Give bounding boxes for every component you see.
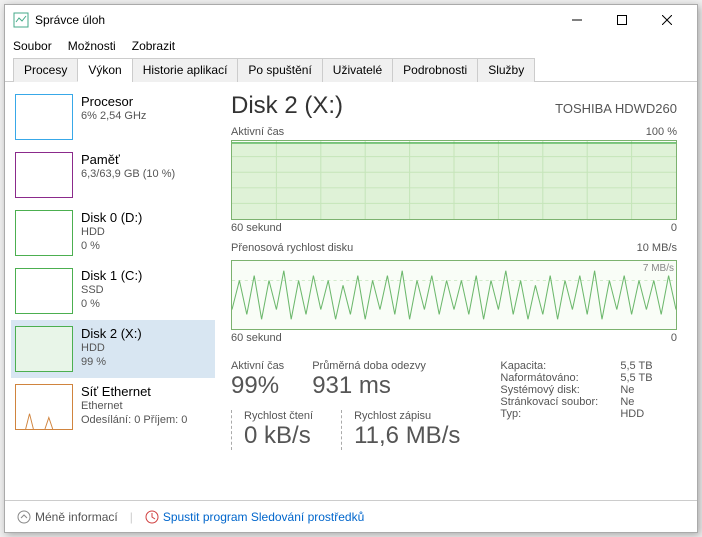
sidebar-item-disk2[interactable]: Disk 2 (X:) HDD 99 % <box>11 320 215 378</box>
tab-procesy[interactable]: Procesy <box>13 58 78 82</box>
menubar: Soubor Možnosti Zobrazit <box>5 35 697 57</box>
cpu-thumb <box>15 94 73 140</box>
sidebar-item-disk1[interactable]: Disk 1 (C:) SSD 0 % <box>11 262 215 320</box>
menu-file[interactable]: Soubor <box>13 39 52 53</box>
detail-panel: Disk 2 (X:) TOSHIBA HDWD260 Aktivní čas … <box>215 82 697 500</box>
fmt-val: 5,5 TB <box>620 372 652 384</box>
disk1-sub2: 0 % <box>81 297 142 311</box>
tabs: Procesy Výkon Historie aplikací Po spušt… <box>5 57 697 82</box>
resp-label: Průměrná doba odezvy <box>312 360 426 372</box>
page-val: Ne <box>620 396 634 408</box>
read-label: Rychlost čtení <box>244 410 313 422</box>
minimize-button[interactable] <box>554 5 599 35</box>
write-label: Rychlost zápisu <box>354 410 460 422</box>
footer: Méně informací | Spustit program Sledová… <box>5 500 697 532</box>
chart1-xright: 0 <box>671 222 677 234</box>
disk0-sub2: 0 % <box>81 239 142 253</box>
tab-vykon[interactable]: Výkon <box>77 58 132 82</box>
tab-historie[interactable]: Historie aplikací <box>132 58 239 82</box>
cpu-sub: 6% 2,54 GHz <box>81 109 146 123</box>
tab-uzivatele[interactable]: Uživatelé <box>322 58 393 82</box>
sidebar-item-memory[interactable]: Paměť 6,3/63,9 GB (10 %) <box>11 146 215 204</box>
chart1-xleft: 60 sekund <box>231 222 282 234</box>
type-label: Typ: <box>500 408 620 420</box>
open-resmon-link[interactable]: Spustit program Sledování prostředků <box>145 510 364 524</box>
app-icon <box>13 12 29 28</box>
mem-name: Paměť <box>81 152 175 167</box>
chart2-max: 10 MB/s <box>637 242 677 254</box>
window-title: Správce úloh <box>35 13 105 27</box>
chart2-xright: 0 <box>671 332 677 344</box>
cap-val: 5,5 TB <box>620 360 652 372</box>
sidebar-item-disk0[interactable]: Disk 0 (D:) HDD 0 % <box>11 204 215 262</box>
disk1-sub1: SSD <box>81 283 142 297</box>
chart1-max: 100 % <box>646 126 677 138</box>
sidebar[interactable]: Procesor 6% 2,54 GHz Paměť 6,3/63,9 GB (… <box>5 82 215 500</box>
maximize-button[interactable] <box>599 5 644 35</box>
menu-options[interactable]: Možnosti <box>68 39 116 53</box>
chart1-label: Aktivní čas <box>231 126 284 138</box>
disk2-sub2: 99 % <box>81 355 142 369</box>
resp-val: 931 ms <box>312 372 426 400</box>
chevron-up-icon <box>17 510 31 524</box>
titlebar[interactable]: Správce úloh <box>5 5 697 35</box>
content: Procesor 6% 2,54 GHz Paměť 6,3/63,9 GB (… <box>5 82 697 500</box>
read-val: 0 kB/s <box>244 422 313 450</box>
cpu-name: Procesor <box>81 94 146 109</box>
disk2-sub1: HDD <box>81 341 142 355</box>
disk2-name: Disk 2 (X:) <box>81 326 142 341</box>
disk1-thumb <box>15 268 73 314</box>
tab-podrobnosti[interactable]: Podrobnosti <box>392 58 478 82</box>
detail-title: Disk 2 (X:) <box>231 92 343 120</box>
detail-model: TOSHIBA HDWD260 <box>555 101 677 116</box>
footer-separator: | <box>130 510 133 524</box>
disk0-name: Disk 0 (D:) <box>81 210 142 225</box>
transfer-rate-chart: 7 MB/s <box>231 260 677 330</box>
sys-label: Systémový disk: <box>500 384 620 396</box>
active-time-chart <box>231 140 677 220</box>
disk0-sub1: HDD <box>81 225 142 239</box>
fewer-details-button[interactable]: Méně informací <box>17 510 118 524</box>
page-label: Stránkovací soubor: <box>500 396 620 408</box>
menu-view[interactable]: Zobrazit <box>132 39 175 53</box>
stats: Aktivní čas 99% Průměrná doba odezvy 931… <box>231 360 677 450</box>
net-thumb <box>15 384 73 430</box>
tab-sluzby[interactable]: Služby <box>477 58 535 82</box>
close-button[interactable] <box>644 5 689 35</box>
sys-val: Ne <box>620 384 634 396</box>
disk1-name: Disk 1 (C:) <box>81 268 142 283</box>
active-label: Aktivní čas <box>231 360 284 372</box>
active-val: 99% <box>231 372 284 400</box>
sidebar-item-ethernet[interactable]: Síť Ethernet Ethernet Odesílání: 0 Příje… <box>11 378 215 436</box>
mem-sub: 6,3/63,9 GB (10 %) <box>81 167 175 181</box>
disk0-thumb <box>15 210 73 256</box>
tab-spusteni[interactable]: Po spuštění <box>237 58 322 82</box>
cap-label: Kapacita: <box>500 360 620 372</box>
chart2-label: Přenosová rychlost disku <box>231 242 353 254</box>
mem-thumb <box>15 152 73 198</box>
fmt-label: Naformátováno: <box>500 372 620 384</box>
net-sub1: Ethernet <box>81 399 187 413</box>
resmon-icon <box>145 510 159 524</box>
chart2-xleft: 60 sekund <box>231 332 282 344</box>
disk2-thumb <box>15 326 73 372</box>
sidebar-item-cpu[interactable]: Procesor 6% 2,54 GHz <box>11 88 215 146</box>
net-name: Síť Ethernet <box>81 384 187 399</box>
write-val: 11,6 MB/s <box>354 422 460 450</box>
type-val: HDD <box>620 408 644 420</box>
net-sub2: Odesílání: 0 Příjem: 0 <box>81 413 187 427</box>
task-manager-window: Správce úloh Soubor Možnosti Zobrazit Pr… <box>4 4 698 533</box>
